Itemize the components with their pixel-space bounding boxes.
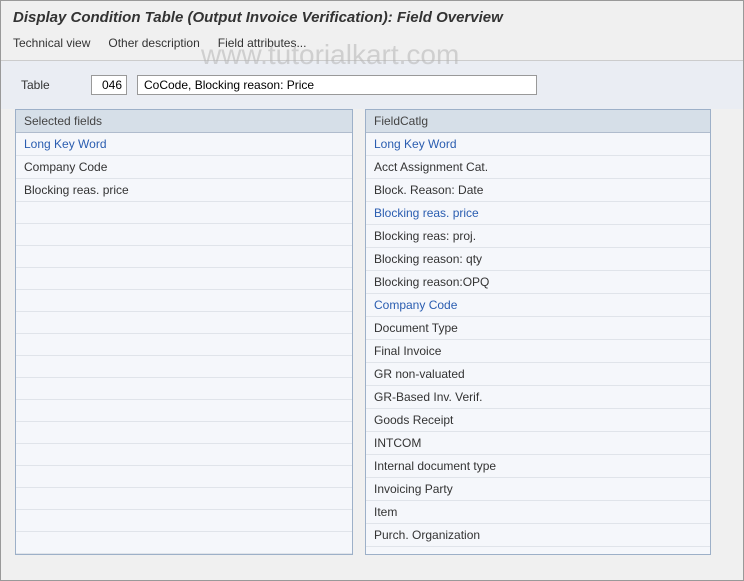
catalog-field-row[interactable]: Purch. Organization (366, 524, 710, 547)
table-description-field[interactable]: CoCode, Blocking reason: Price (137, 75, 537, 95)
field-attributes-button[interactable]: Field attributes... (218, 36, 307, 50)
empty-row (16, 268, 352, 290)
catalog-field-row[interactable]: Internal document type (366, 455, 710, 478)
empty-row (16, 400, 352, 422)
catalog-field-row[interactable]: Company Code (366, 294, 710, 317)
selected-field-row[interactable]: Company Code (16, 156, 352, 179)
catalog-field-row[interactable]: Goods Receipt (366, 409, 710, 432)
field-catalog-header: FieldCatlg (366, 110, 710, 133)
toolbar: Technical view Other description Field a… (1, 30, 743, 61)
selected-field-row[interactable]: Blocking reas. price (16, 179, 352, 202)
catalog-field-row[interactable]: INTCOM (366, 432, 710, 455)
catalog-field-row[interactable]: Acct Assignment Cat. (366, 156, 710, 179)
catalog-field-row[interactable]: Item (366, 501, 710, 524)
field-catalog-body: Long Key WordAcct Assignment Cat.Block. … (366, 133, 710, 554)
selected-fields-header: Selected fields (16, 110, 352, 133)
page-title: Display Condition Table (Output Invoice … (1, 1, 743, 30)
catalog-field-row[interactable]: Document Type (366, 317, 710, 340)
empty-row (16, 378, 352, 400)
catalog-field-row[interactable]: Blocking reas: proj. (366, 225, 710, 248)
catalog-field-row[interactable]: GR non-valuated (366, 363, 710, 386)
catalog-field-row[interactable]: Blocking reason:OPQ (366, 271, 710, 294)
catalog-field-row[interactable]: Block. Reason: Date (366, 179, 710, 202)
empty-row (16, 444, 352, 466)
catalog-column-header[interactable]: Long Key Word (366, 133, 710, 156)
selected-fields-panel: Selected fields Long Key WordCompany Cod… (15, 109, 353, 555)
empty-row (16, 290, 352, 312)
other-description-button[interactable]: Other description (108, 36, 199, 50)
empty-row (16, 312, 352, 334)
empty-row (16, 466, 352, 488)
catalog-field-row[interactable]: Final Invoice (366, 340, 710, 363)
catalog-field-row[interactable]: Blocking reason: qty (366, 248, 710, 271)
catalog-field-row[interactable]: Invoicing Party (366, 478, 710, 501)
content-area: Selected fields Long Key WordCompany Cod… (1, 109, 743, 555)
empty-row (16, 246, 352, 268)
catalog-field-row[interactable]: GR-Based Inv. Verif. (366, 386, 710, 409)
selected-fields-body: Long Key WordCompany CodeBlocking reas. … (16, 133, 352, 554)
selected-column-header[interactable]: Long Key Word (16, 133, 352, 156)
empty-row (16, 532, 352, 554)
field-catalog-panel: FieldCatlg Long Key WordAcct Assignment … (365, 109, 711, 555)
empty-row (16, 334, 352, 356)
empty-row (16, 488, 352, 510)
empty-row (16, 356, 352, 378)
empty-row (16, 510, 352, 532)
technical-view-button[interactable]: Technical view (13, 36, 90, 50)
empty-row (16, 224, 352, 246)
catalog-field-row[interactable]: Blocking reas. price (366, 202, 710, 225)
empty-row (16, 202, 352, 224)
table-label: Table (21, 78, 81, 92)
table-code-field[interactable]: 046 (91, 75, 127, 95)
table-form-row: Table 046 CoCode, Blocking reason: Price (1, 61, 743, 109)
empty-row (16, 422, 352, 444)
